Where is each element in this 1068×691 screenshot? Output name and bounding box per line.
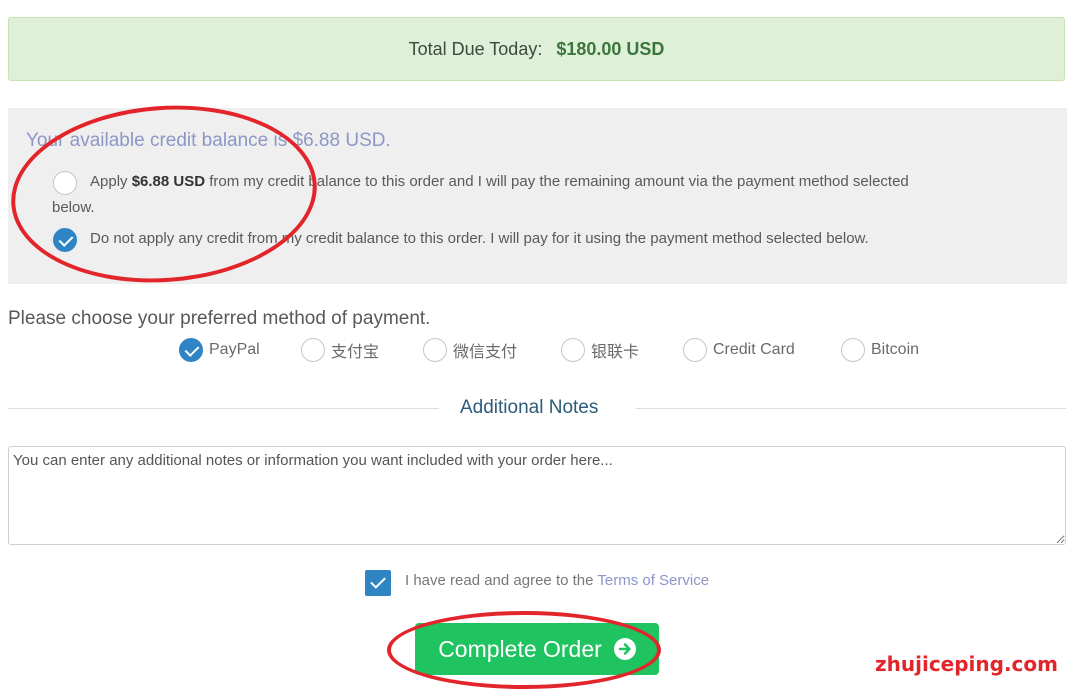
arrow-circle-right-icon: [613, 638, 636, 660]
payment-label-unionpay: 银联卡: [591, 344, 640, 361]
payment-radio-bitcoin[interactable]: [841, 338, 865, 362]
payment-radio-wechat[interactable]: [423, 338, 447, 362]
no-credit-label[interactable]: Do not apply any credit from my credit b…: [90, 226, 869, 252]
payment-label-credit-card: Credit Card: [713, 341, 795, 358]
additional-notes-title: Additional Notes: [460, 397, 599, 418]
payment-option-credit-card[interactable]: Credit Card: [683, 336, 795, 364]
payment-option-bitcoin[interactable]: Bitcoin: [841, 336, 919, 364]
notes-divider-right: [636, 408, 1066, 409]
payment-radio-credit-card[interactable]: [683, 338, 707, 362]
payment-option-paypal[interactable]: PayPal: [179, 336, 260, 364]
payment-radio-paypal[interactable]: [179, 338, 203, 362]
payment-option-alipay[interactable]: 支付宝: [301, 336, 379, 364]
terms-text: I have read and agree to the: [405, 572, 598, 589]
payment-label-alipay: 支付宝: [331, 344, 380, 361]
payment-option-wechat[interactable]: 微信支付: [423, 336, 517, 364]
payment-method-heading: Please choose your preferred method of p…: [8, 308, 431, 329]
apply-credit-prefix: Apply: [90, 173, 132, 190]
apply-credit-amount: $6.88 USD: [131, 173, 206, 190]
terms-checkbox[interactable]: [365, 570, 391, 596]
total-due-label: Total Due Today:: [408, 38, 543, 59]
additional-notes-textarea[interactable]: [8, 446, 1066, 545]
payment-label-bitcoin: Bitcoin: [871, 341, 920, 358]
total-due-amount: $180.00 USD: [556, 38, 665, 59]
apply-credit-radio[interactable]: [53, 171, 77, 195]
payment-radio-alipay[interactable]: [301, 338, 325, 362]
total-due-banner: Total Due Today: $180.00 USD: [8, 17, 1065, 81]
apply-credit-suffix: from my credit balance to this order and…: [205, 173, 909, 190]
credit-balance-panel: Your available credit balance is $6.88 U…: [8, 108, 1067, 284]
notes-divider-left: [8, 408, 439, 409]
apply-credit-label-wrap: below.: [52, 199, 95, 216]
credit-balance-heading: Your available credit balance is $6.88 U…: [26, 130, 391, 151]
apply-credit-label[interactable]: Apply $6.88 USD from my credit balance t…: [90, 169, 1020, 195]
terms-label: I have read and agree to the Terms of Se…: [405, 572, 709, 589]
payment-label-paypal: PayPal: [209, 341, 260, 358]
watermark: zhujiceping.com: [874, 652, 1058, 676]
terms-of-service-link[interactable]: Terms of Service: [597, 572, 709, 589]
payment-option-unionpay[interactable]: 银联卡: [561, 336, 639, 364]
complete-order-label: Complete Order: [438, 635, 602, 662]
complete-order-button[interactable]: Complete Order: [415, 623, 659, 675]
no-credit-radio[interactable]: [53, 228, 77, 252]
payment-radio-unionpay[interactable]: [561, 338, 585, 362]
checkout-page: Total Due Today: $180.00 USD Your availa…: [0, 0, 1068, 691]
payment-label-wechat: 微信支付: [453, 344, 518, 361]
